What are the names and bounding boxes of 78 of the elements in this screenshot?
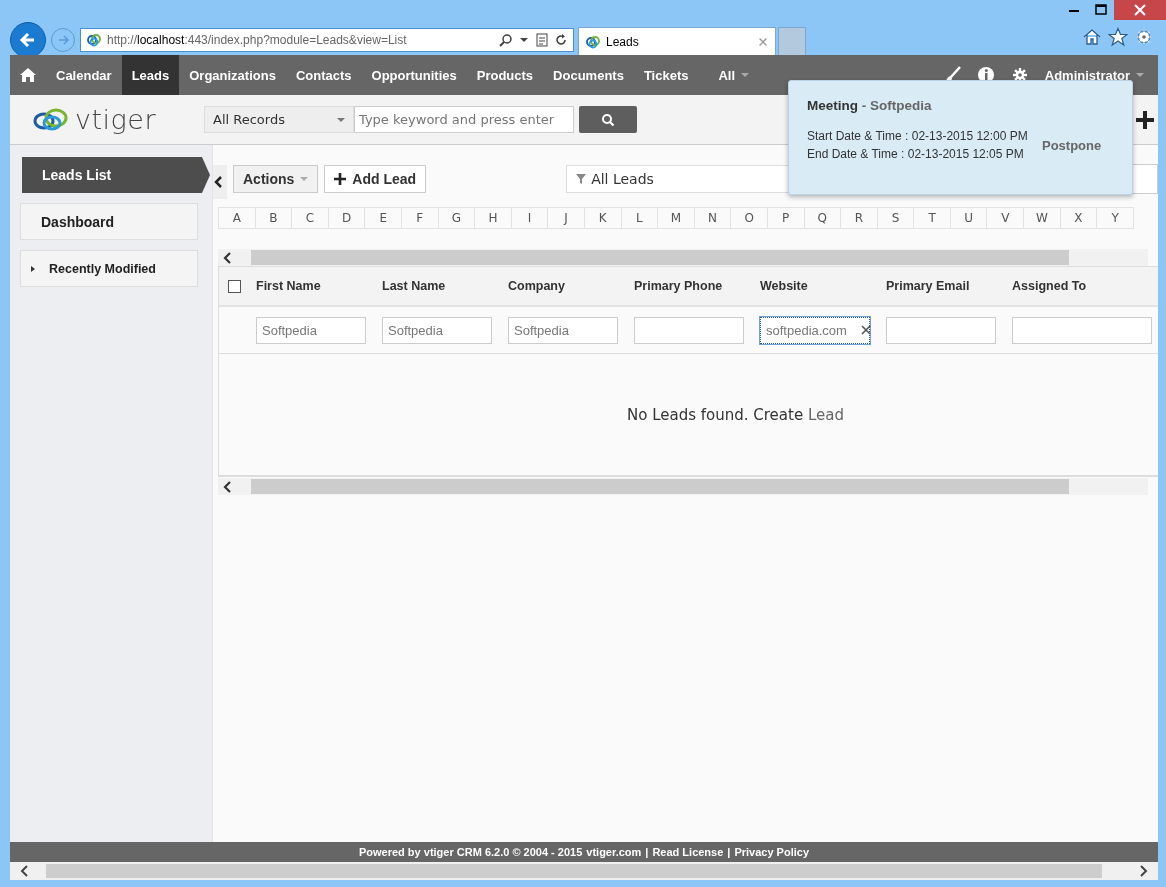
column-header[interactable]: First Name [250,279,376,293]
right-arrow-icon [56,33,70,47]
filter-field[interactable] [634,316,744,344]
site-logo-icon [585,33,601,50]
select-all-checkbox[interactable] [228,279,241,293]
footer-link[interactable]: Privacy Policy [734,846,809,858]
add-lead-button[interactable]: Add Lead [324,165,427,193]
actions-button[interactable]: Actions [233,165,319,193]
nav-tab[interactable]: Opportunities [361,55,467,95]
page-scrollbar[interactable] [10,862,1158,880]
column-header[interactable]: Assigned To [1006,279,1156,293]
close-icon [1134,4,1146,16]
postpone-button[interactable]: Postpone [1042,138,1102,153]
search-field[interactable]: Type keyword and press enter [354,106,574,133]
column-header[interactable]: Last Name [376,279,502,293]
filter-field[interactable] [886,316,996,344]
browser-tab[interactable]: Leads [578,27,776,55]
filter-field[interactable] [1012,316,1152,344]
nav-tab[interactable]: Tickets [633,55,699,95]
chevron-left-icon [221,479,232,494]
star-icon [1108,27,1128,47]
horizontal-scrollbar[interactable] [218,249,1148,266]
horizontal-scrollbar[interactable] [218,478,1148,495]
search-icon [601,112,615,127]
empty-message: No Leads found. Create Lead [627,405,844,424]
expand-icon [31,265,35,272]
filter-icon [575,173,588,185]
site-logo-icon [86,32,102,48]
home-icon [19,66,37,84]
sidebar-item[interactable]: Dashboard [20,203,198,240]
maximize-icon [1094,4,1107,16]
page-icon [535,33,549,47]
all-menu[interactable]: All [710,55,758,95]
address-field[interactable]: http://localhost:443/index.php?module=Leads&view=List [80,28,574,52]
filter-field[interactable]: Softpedia [508,316,618,344]
column-header[interactable]: Primary Email [880,279,1006,293]
plus-icon [1135,109,1155,130]
create-lead-link[interactable]: Lead [807,405,844,424]
nav-tab[interactable]: Leads [121,55,180,95]
end-time-text: End Date & Time : 02-13-2015 12:05 PM [807,145,1025,163]
footer-text: Powered by vtiger CRM 6.2.0 © 2004 - 2015 [358,846,583,858]
close-button[interactable] [1114,0,1166,20]
chevron-right-icon [1139,864,1149,878]
back-button[interactable] [10,22,46,58]
separator: | [727,846,731,858]
reminder-title: Meeting - Softpedia [807,98,933,113]
nav-tab[interactable]: Organizations [179,55,286,95]
search-icon [499,33,513,47]
home-icon [1082,27,1102,47]
footer-link[interactable]: Read License [652,846,724,858]
filter-field[interactable]: Softpedia [382,316,492,344]
nav-tab[interactable]: Products [466,55,544,95]
plus-icon [334,173,347,185]
chevron-left-icon [221,250,232,265]
column-header[interactable]: Primary Phone [628,279,754,293]
nav-tab[interactable]: Documents [543,55,634,95]
settings-icon [1134,27,1154,47]
collapse-button[interactable] [213,165,227,199]
sidebar-item[interactable]: Leads List [22,157,210,193]
refresh-icon [554,33,568,47]
search-scope-dropdown[interactable]: All Records [204,106,354,133]
clear-icon [860,323,872,336]
user-menu[interactable]: Administrator [1044,67,1144,83]
search-button[interactable] [579,106,637,133]
filter-field[interactable]: Softpedia [256,316,366,344]
column-header[interactable]: Website [754,279,880,293]
footer-link[interactable]: vtiger.com [586,846,642,858]
vtiger-logo: vtiger [32,104,204,135]
start-time-text: Start Date & Time : 02-13-2015 12:00 PM [807,128,1029,145]
new-tab-button[interactable] [778,27,806,55]
chevron-left-icon [19,864,29,878]
separator: | [645,846,649,858]
column-header[interactable]: Company [502,279,628,293]
nav-tab[interactable]: Calendar [46,55,122,95]
nav-tab[interactable]: Contacts [285,55,362,95]
filter-field[interactable]: softpedia.com [760,316,870,344]
chevron-left-icon [213,175,223,189]
sidebar-item[interactable]: Recently Modified [20,250,198,287]
